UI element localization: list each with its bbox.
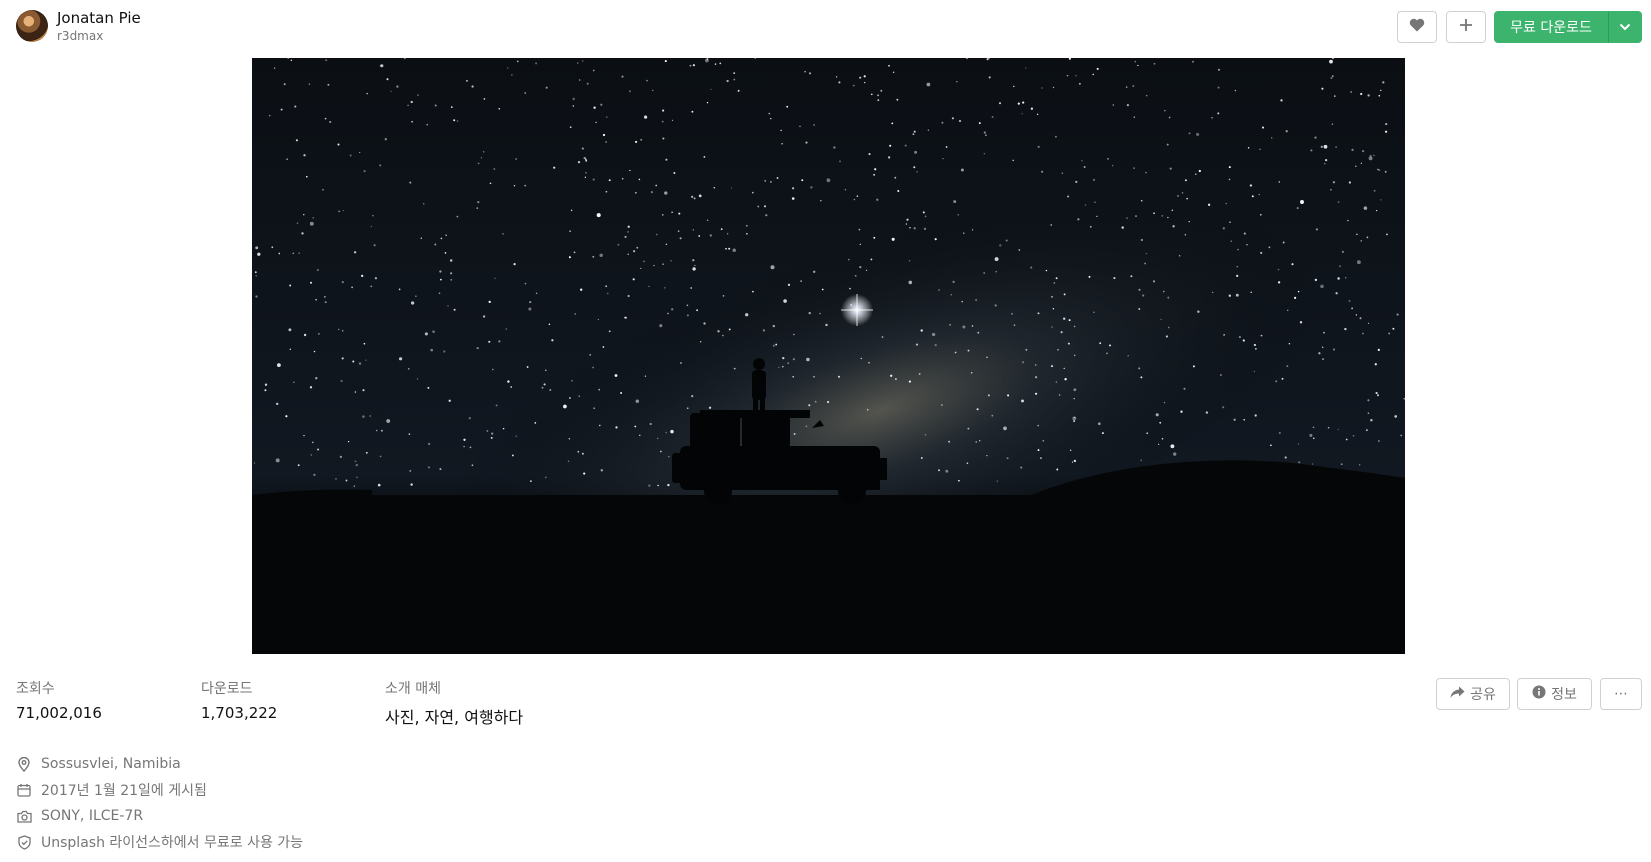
download-label: 무료 다운로드 bbox=[1510, 20, 1592, 36]
featured-in-stat: 소개 매체 사진, 자연, 여행하다 bbox=[385, 678, 523, 728]
info-button[interactable]: 정보 bbox=[1517, 678, 1592, 710]
chevron-down-icon bbox=[1619, 19, 1631, 35]
share-arrow-icon bbox=[1450, 686, 1465, 703]
license-text[interactable]: Unsplash 라이선스하에서 무료로 사용 가능 bbox=[41, 832, 303, 852]
author-avatar[interactable] bbox=[16, 10, 48, 42]
downloads-stat: 다운로드 1,703,222 bbox=[201, 678, 277, 722]
add-to-collection-button[interactable] bbox=[1446, 11, 1486, 43]
views-stat: 조회수 71,002,016 bbox=[16, 678, 102, 722]
published-text: 2017년 1월 21일에 게시됨 bbox=[41, 783, 207, 799]
download-options-button[interactable] bbox=[1608, 11, 1642, 43]
published-row: 2017년 1월 21일에 게시됨 bbox=[16, 777, 303, 803]
info-label: 정보 bbox=[1551, 687, 1577, 703]
info-icon bbox=[1532, 685, 1546, 703]
photo-details: Sossusvlei, Namibia 2017년 1월 21일에 게시됨 SO… bbox=[16, 751, 303, 855]
location-row: Sossusvlei, Namibia bbox=[16, 751, 303, 777]
free-download-button[interactable]: 무료 다운로드 bbox=[1494, 11, 1608, 43]
heart-icon bbox=[1409, 18, 1425, 36]
plus-icon bbox=[1459, 18, 1473, 36]
views-value: 71,002,016 bbox=[16, 704, 102, 722]
night-sky-image bbox=[252, 58, 1405, 654]
location-text[interactable]: Sossusvlei, Namibia bbox=[41, 756, 181, 772]
camera-icon bbox=[16, 808, 32, 824]
photo-header: Jonatan Pie r3dmax 무료 다운로드 bbox=[0, 0, 1651, 55]
author-name[interactable]: Jonatan Pie bbox=[57, 9, 141, 27]
share-button[interactable]: 공유 bbox=[1436, 678, 1510, 710]
featured-in-label: 소개 매체 bbox=[385, 681, 441, 697]
camera-row: SONY, ILCE-7R bbox=[16, 803, 303, 829]
featured-in-value[interactable]: 사진, 자연, 여행하다 bbox=[385, 704, 523, 728]
like-button[interactable] bbox=[1397, 11, 1437, 43]
calendar-icon bbox=[16, 782, 32, 798]
license-row: Unsplash 라이선스하에서 무료로 사용 가능 bbox=[16, 829, 303, 855]
share-label: 공유 bbox=[1470, 687, 1496, 703]
location-pin-icon bbox=[16, 756, 32, 772]
views-label: 조회수 bbox=[16, 681, 55, 697]
author-handle[interactable]: r3dmax bbox=[57, 29, 103, 43]
more-actions-button[interactable]: ⋯ bbox=[1600, 678, 1642, 710]
downloads-label: 다운로드 bbox=[201, 681, 253, 697]
main-photo[interactable] bbox=[252, 58, 1405, 654]
shield-check-icon bbox=[16, 834, 32, 850]
downloads-value: 1,703,222 bbox=[201, 704, 278, 722]
camera-text[interactable]: SONY, ILCE-7R bbox=[41, 808, 143, 824]
more-icon: ⋯ bbox=[1614, 686, 1628, 702]
